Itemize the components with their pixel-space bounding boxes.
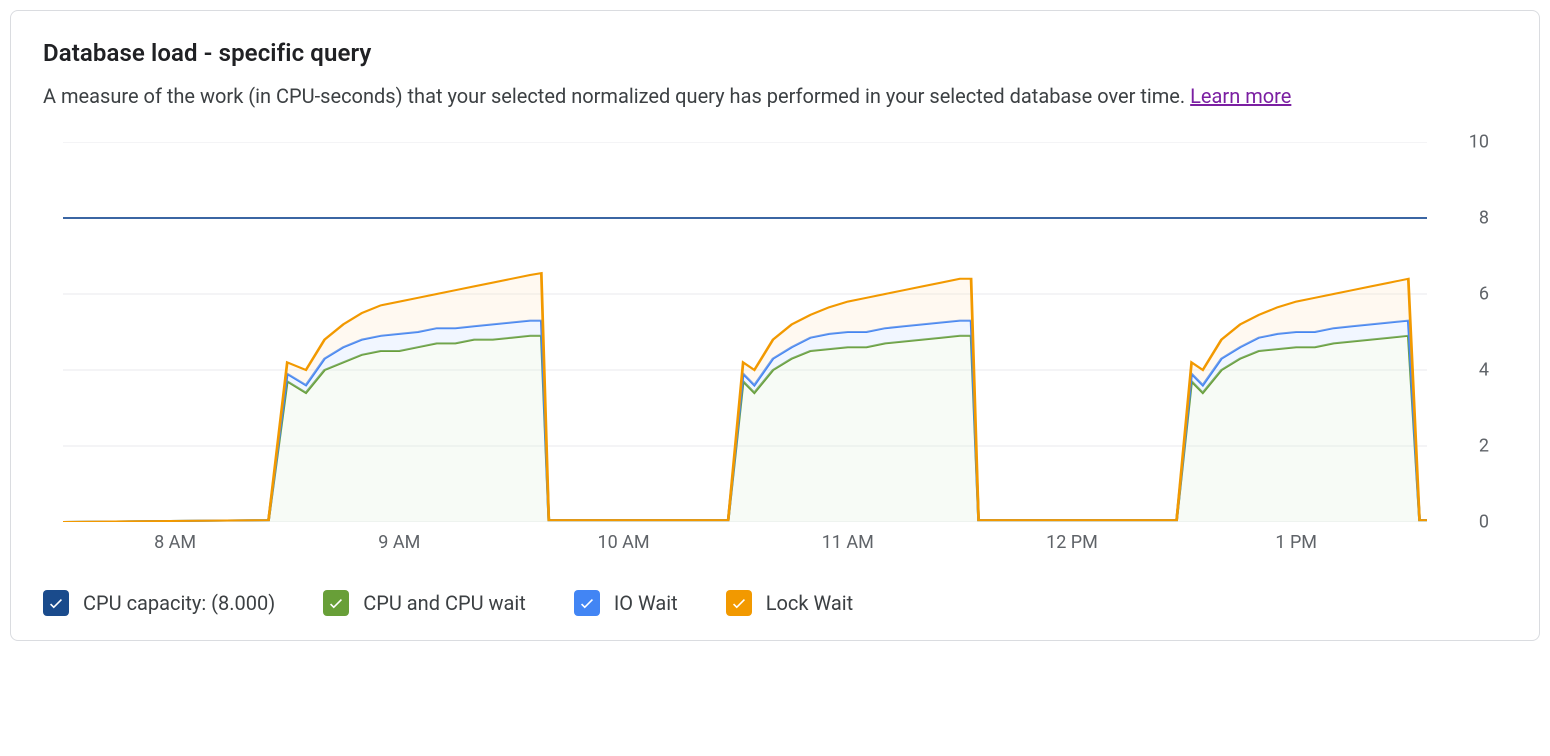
y-tick-label: 10 [1469, 132, 1489, 153]
subtitle-text: A measure of the work (in CPU-seconds) t… [43, 84, 1190, 108]
chart-plot [63, 142, 1427, 522]
x-tick-label: 12 PM [1046, 532, 1098, 553]
legend-item-lock[interactable]: Lock Wait [726, 590, 853, 616]
chart-legend: CPU capacity: (8.000) CPU and CPU wait I… [43, 590, 1507, 616]
legend-label: Lock Wait [766, 591, 853, 615]
checkbox-icon [323, 590, 349, 616]
y-tick-label: 2 [1479, 436, 1489, 457]
legend-item-io[interactable]: IO Wait [574, 590, 678, 616]
x-tick-label: 9 AM [378, 532, 420, 553]
y-tick-label: 0 [1479, 512, 1489, 533]
x-tick-label: 10 AM [597, 532, 649, 553]
db-load-card: Database load - specific query A measure… [10, 10, 1540, 641]
x-axis-ticks: 8 AM 9 AM 10 AM 11 AM 12 PM 1 PM [63, 532, 1427, 560]
y-tick-label: 4 [1479, 360, 1489, 381]
legend-item-capacity[interactable]: CPU capacity: (8.000) [43, 590, 275, 616]
y-tick-label: 6 [1479, 284, 1489, 305]
y-axis-ticks: 0246810 [1437, 142, 1507, 522]
card-title: Database load - specific query [43, 39, 1507, 67]
checkbox-icon [574, 590, 600, 616]
legend-label: IO Wait [614, 591, 678, 615]
x-tick-label: 11 AM [822, 532, 874, 553]
chart-svg [63, 142, 1427, 522]
chart-container: 0246810 8 AM9 AM10 AM11 AM12 PM1 PM [43, 142, 1507, 572]
legend-item-cpu[interactable]: CPU and CPU wait [323, 590, 526, 616]
x-tick-label: 8 AM [154, 532, 196, 553]
x-tick-label: 1 PM [1275, 532, 1317, 553]
card-subtitle: A measure of the work (in CPU-seconds) t… [43, 81, 1343, 112]
checkbox-icon [43, 590, 69, 616]
y-tick-label: 8 [1479, 208, 1489, 229]
legend-label: CPU capacity: (8.000) [83, 591, 275, 615]
learn-more-link[interactable]: Learn more [1190, 84, 1291, 108]
checkbox-icon [726, 590, 752, 616]
legend-label: CPU and CPU wait [363, 591, 526, 615]
